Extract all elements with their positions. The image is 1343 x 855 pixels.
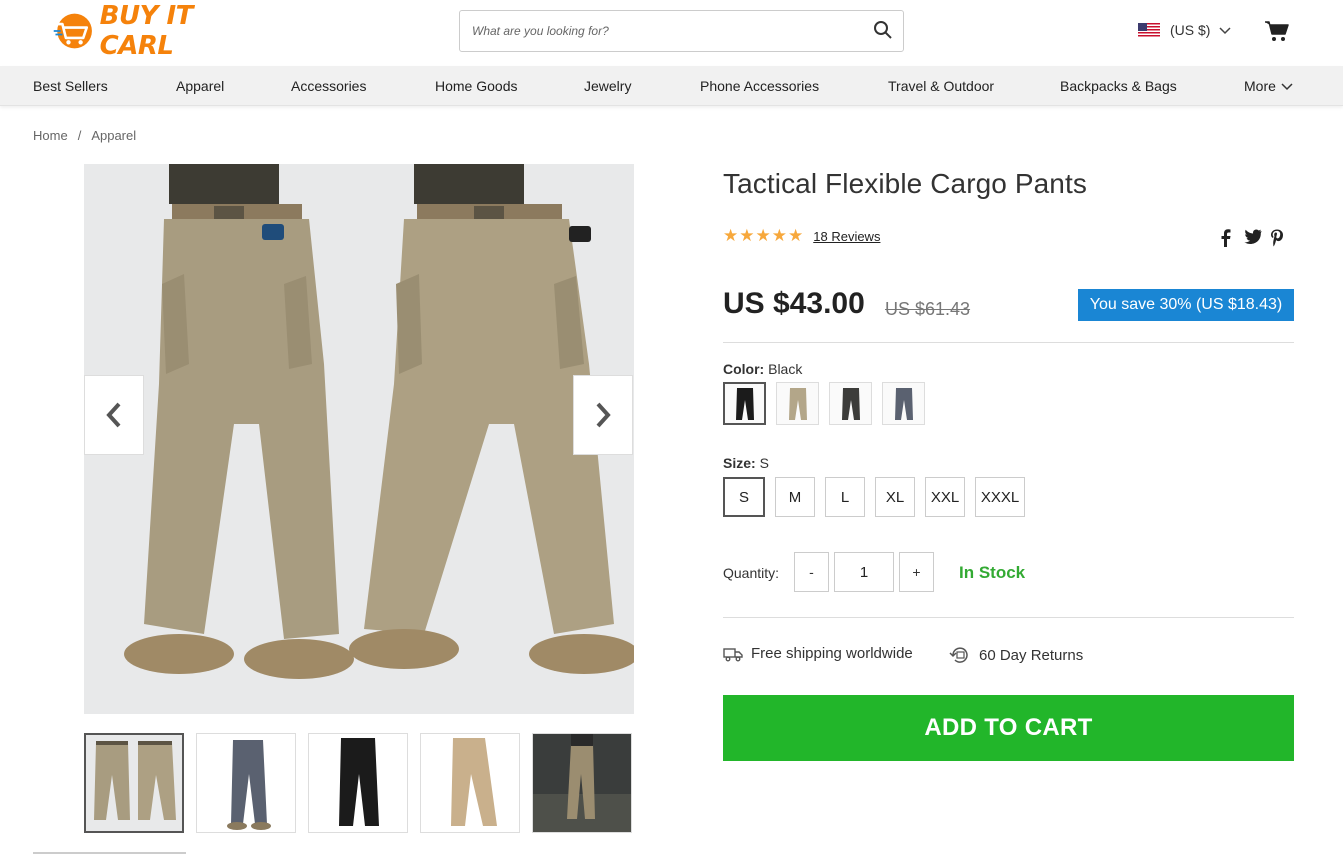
nav-item-jewelry[interactable]: Jewelry <box>584 78 631 94</box>
current-price: US $43.00 <box>723 287 865 320</box>
chevron-down-icon <box>1219 27 1231 35</box>
nav-more-label: More <box>1244 78 1276 94</box>
old-price: US $61.43 <box>885 299 971 319</box>
size-label: Size: <box>723 455 756 471</box>
returns-icon <box>949 647 968 663</box>
color-label-row: Color: Black <box>723 361 802 377</box>
nav-item-accessories[interactable]: Accessories <box>291 78 366 94</box>
currency-selector[interactable]: (US $) <box>1138 22 1232 38</box>
cargo-pants-photo <box>84 164 634 714</box>
returns-perk: 60 Day Returns <box>949 645 1083 665</box>
shipping-perk: Free shipping worldwide <box>723 645 913 662</box>
star-icon: ★ <box>755 226 771 245</box>
size-label-row: Size: S <box>723 455 769 471</box>
next-image-button[interactable] <box>573 375 633 455</box>
search-input[interactable] <box>460 11 860 51</box>
size-button-s[interactable]: S <box>723 477 765 517</box>
thumbnail-4[interactable] <box>420 733 520 833</box>
star-icon: ★ <box>788 226 804 245</box>
logo[interactable]: BUY IT CARL <box>52 1 252 61</box>
thumbnail-3[interactable] <box>308 733 408 833</box>
chevron-down-icon <box>1281 83 1293 91</box>
size-value: S <box>759 455 769 471</box>
divider <box>723 342 1294 343</box>
nav-item-home-goods[interactable]: Home Goods <box>435 78 517 94</box>
color-swatches <box>723 382 925 425</box>
size-button-xxl[interactable]: XXL <box>925 477 965 517</box>
quantity-label: Quantity: <box>723 565 780 581</box>
pinterest-icon[interactable] <box>1270 229 1286 247</box>
cart-icon[interactable] <box>1265 20 1289 42</box>
color-swatch-dark-grey[interactable] <box>829 382 872 425</box>
product-title: Tactical Flexible Cargo Pants <box>723 168 1087 199</box>
returns-text: 60 Day Returns <box>979 646 1084 664</box>
chevron-right-icon <box>596 402 611 428</box>
star-icon: ★ <box>723 226 739 245</box>
thumbnail-2[interactable] <box>196 733 296 833</box>
search-icon[interactable] <box>873 20 893 40</box>
site-header: BUY IT CARL (US $) <box>0 0 1343 66</box>
color-label: Color: <box>723 361 765 377</box>
truck-icon <box>723 647 743 661</box>
prev-image-button[interactable] <box>84 375 144 455</box>
star-icon: ★ <box>771 226 787 245</box>
rating-row: ★ ★ ★ ★ ★ 18 Reviews <box>723 227 880 245</box>
nav-item-best-sellers[interactable]: Best Sellers <box>33 78 108 94</box>
us-flag-icon <box>1138 22 1160 38</box>
search-box <box>459 10 904 52</box>
logo-text: BUY IT CARL <box>99 1 194 61</box>
nav-item-apparel[interactable]: Apparel <box>176 78 224 94</box>
add-to-cart-button[interactable]: ADD TO CART <box>723 695 1294 761</box>
breadcrumb-home[interactable]: Home <box>33 128 68 143</box>
reviews-link[interactable]: 18 Reviews <box>813 229 880 244</box>
star-rating: ★ ★ ★ ★ ★ <box>723 227 803 245</box>
size-button-m[interactable]: M <box>775 477 815 517</box>
shipping-text: Free shipping worldwide <box>751 645 913 662</box>
size-options: S M L XL XXL XXXL <box>723 477 1025 517</box>
savings-badge: You save 30% (US $18.43) <box>1078 289 1294 321</box>
category-nav: Best Sellers Apparel Accessories Home Go… <box>0 66 1343 106</box>
currency-label: (US $) <box>1170 22 1211 38</box>
size-button-l[interactable]: L <box>825 477 865 517</box>
color-swatch-black[interactable] <box>723 382 766 425</box>
twitter-icon[interactable] <box>1244 229 1262 247</box>
thumbnail-strip <box>84 733 632 833</box>
quantity-decrease-button[interactable]: - <box>794 552 829 592</box>
nav-item-phone-accessories[interactable]: Phone Accessories <box>700 78 819 94</box>
divider <box>33 852 186 854</box>
nav-item-more[interactable]: More <box>1244 78 1294 94</box>
quantity-input[interactable] <box>834 552 894 592</box>
nav-item-travel-outdoor[interactable]: Travel & Outdoor <box>888 78 994 94</box>
share-icons <box>1218 229 1286 247</box>
quantity-increase-button[interactable]: + <box>899 552 934 592</box>
color-value: Black <box>768 361 803 377</box>
star-icon: ★ <box>739 226 755 245</box>
size-button-xl[interactable]: XL <box>875 477 915 517</box>
breadcrumb-separator: / <box>77 128 82 143</box>
cart-logo-icon <box>53 13 92 49</box>
breadcrumb: Home / Apparel <box>33 128 136 143</box>
product-main-image <box>84 164 634 714</box>
thumbnail-5[interactable] <box>532 733 632 833</box>
size-button-xxxl[interactable]: XXXL <box>975 477 1025 517</box>
nav-item-backpacks-bags[interactable]: Backpacks & Bags <box>1060 78 1177 94</box>
chevron-left-icon <box>106 402 121 428</box>
divider <box>723 617 1294 618</box>
stock-status: In Stock <box>959 563 1026 582</box>
color-swatch-blue-grey[interactable] <box>882 382 925 425</box>
facebook-icon[interactable] <box>1218 229 1234 247</box>
thumbnail-1[interactable] <box>84 733 184 833</box>
color-swatch-khaki[interactable] <box>776 382 819 425</box>
breadcrumb-current[interactable]: Apparel <box>91 128 136 143</box>
